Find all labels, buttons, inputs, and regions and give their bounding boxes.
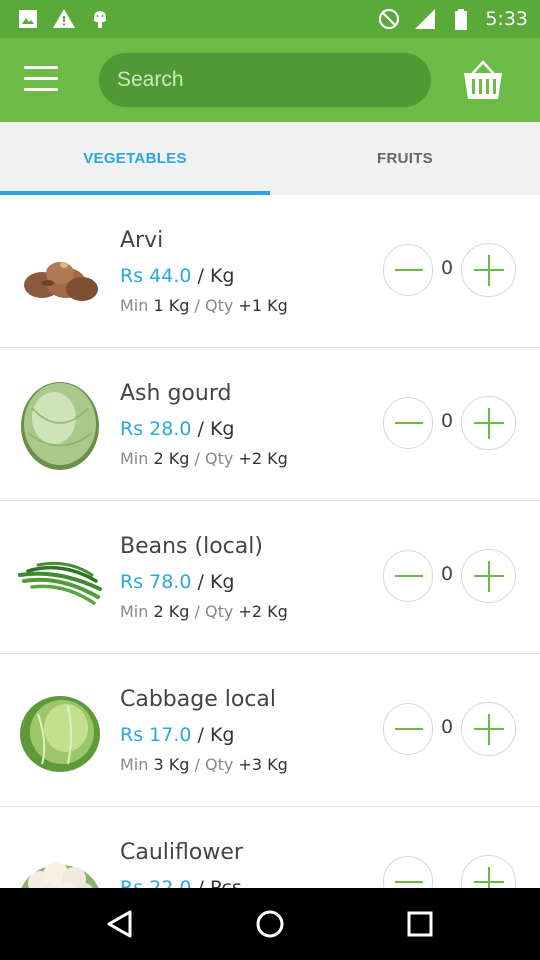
qty-step: +1 Kg bbox=[238, 296, 288, 315]
product-row[interactable]: Cabbage local Rs 17.0 / Kg Min 3 Kg / Qt… bbox=[0, 654, 540, 807]
home-icon[interactable] bbox=[250, 904, 290, 944]
product-name: Beans (local) bbox=[120, 534, 263, 559]
min-qty-line: Min 3 Kg / Qty +3 Kg bbox=[120, 755, 288, 774]
tab-fruits[interactable]: FRUITS bbox=[270, 122, 540, 195]
cauliflower-image bbox=[21, 862, 99, 888]
qty-step: +2 Kg bbox=[238, 602, 288, 621]
qty-step: +2 Kg bbox=[238, 449, 288, 468]
do-not-disturb-icon bbox=[379, 8, 400, 30]
category-tabs: VEGETABLES FRUITS bbox=[0, 122, 540, 195]
min-quantity: 2 Kg bbox=[153, 449, 190, 468]
min-label: Min bbox=[120, 449, 149, 468]
decrease-quantity-button[interactable] bbox=[383, 856, 433, 888]
min-label: Min bbox=[120, 602, 149, 621]
qty-label: / Qty bbox=[194, 296, 234, 315]
quantity-value: 0 bbox=[440, 410, 454, 432]
increase-quantity-button[interactable] bbox=[461, 396, 516, 450]
min-label: Min bbox=[120, 296, 149, 315]
quantity-value: 0 bbox=[440, 257, 454, 279]
qty-label: / Qty bbox=[194, 602, 234, 621]
price-line: Rs 17.0 / Kg bbox=[120, 724, 234, 746]
hamburger-menu-icon[interactable] bbox=[22, 66, 62, 94]
recents-icon[interactable] bbox=[400, 904, 440, 944]
min-quantity: 2 Kg bbox=[153, 602, 190, 621]
status-time: 5:33 bbox=[485, 8, 528, 30]
price-line: Rs 44.0 / Kg bbox=[120, 265, 234, 287]
qty-step: +3 Kg bbox=[238, 755, 288, 774]
min-quantity: 1 Kg bbox=[153, 296, 190, 315]
decrease-quantity-button[interactable] bbox=[383, 703, 433, 755]
tab-label: VEGETABLES bbox=[83, 150, 187, 167]
min-qty-line: Min 1 Kg / Qty +1 Kg bbox=[120, 296, 288, 315]
basket-icon[interactable] bbox=[460, 58, 506, 102]
product-unit: / Kg bbox=[197, 571, 235, 593]
product-row[interactable]: Arvi Rs 44.0 / Kg Min 1 Kg / Qty +1 Kg 0 bbox=[0, 195, 540, 348]
green-beans-image bbox=[18, 561, 102, 605]
increase-quantity-button[interactable] bbox=[461, 549, 516, 603]
app-screen: 5:33 VEGETABLES FRUITS bbox=[0, 0, 540, 960]
product-unit: / Pcs bbox=[197, 877, 242, 888]
min-qty-line: Min 2 Kg / Qty +2 Kg bbox=[120, 602, 288, 621]
product-unit: / Kg bbox=[197, 418, 235, 440]
warning-icon bbox=[53, 9, 75, 28]
decrease-quantity-button[interactable] bbox=[383, 550, 433, 602]
product-price: Rs 17.0 bbox=[120, 724, 192, 746]
product-list: Arvi Rs 44.0 / Kg Min 1 Kg / Qty +1 Kg 0… bbox=[0, 195, 540, 888]
product-row[interactable]: Cauliflower Rs 22.0 / Pcs bbox=[0, 807, 540, 888]
product-row[interactable]: Ash gourd Rs 28.0 / Kg Min 2 Kg / Qty +2… bbox=[0, 348, 540, 501]
search-input[interactable] bbox=[99, 53, 431, 107]
decrease-quantity-button[interactable] bbox=[383, 397, 433, 449]
taro-root-image bbox=[24, 262, 98, 301]
price-line: Rs 78.0 / Kg bbox=[120, 571, 234, 593]
product-unit: / Kg bbox=[197, 724, 235, 746]
product-row[interactable]: Beans (local) Rs 78.0 / Kg Min 2 Kg / Qt… bbox=[0, 501, 540, 654]
status-bar: 5:33 bbox=[0, 0, 540, 38]
photo-icon bbox=[19, 10, 37, 28]
search-box[interactable] bbox=[99, 53, 431, 107]
product-price: Rs 78.0 bbox=[120, 571, 192, 593]
price-line: Rs 22.0 / Pcs bbox=[120, 877, 242, 888]
navigation-bar bbox=[0, 888, 540, 960]
tab-label: FRUITS bbox=[377, 150, 433, 167]
android-icon bbox=[94, 11, 106, 28]
qty-label: / Qty bbox=[194, 755, 234, 774]
qty-label: / Qty bbox=[194, 449, 234, 468]
increase-quantity-button[interactable] bbox=[461, 702, 516, 756]
back-icon[interactable] bbox=[100, 904, 140, 944]
increase-quantity-button[interactable] bbox=[461, 243, 516, 297]
product-price: Rs 44.0 bbox=[120, 265, 192, 287]
quantity-value: 0 bbox=[440, 716, 454, 738]
product-unit: / Kg bbox=[197, 265, 235, 287]
increase-quantity-button[interactable] bbox=[461, 855, 516, 888]
tab-vegetables[interactable]: VEGETABLES bbox=[0, 122, 270, 195]
price-line: Rs 28.0 / Kg bbox=[120, 418, 234, 440]
product-price: Rs 28.0 bbox=[120, 418, 192, 440]
cabbage-image bbox=[20, 696, 100, 772]
product-price: Rs 22.0 bbox=[120, 877, 192, 888]
decrease-quantity-button[interactable] bbox=[383, 244, 433, 296]
ash-gourd-image bbox=[21, 382, 99, 470]
min-quantity: 3 Kg bbox=[153, 755, 190, 774]
product-name: Ash gourd bbox=[120, 381, 232, 406]
min-qty-line: Min 2 Kg / Qty +2 Kg bbox=[120, 449, 288, 468]
product-name: Arvi bbox=[120, 228, 164, 253]
min-label: Min bbox=[120, 755, 149, 774]
app-bar bbox=[0, 38, 540, 122]
product-name: Cabbage local bbox=[120, 687, 277, 712]
product-name: Cauliflower bbox=[120, 840, 243, 865]
battery-icon bbox=[455, 9, 468, 30]
quantity-value: 0 bbox=[440, 563, 454, 585]
signal-icon bbox=[415, 9, 436, 29]
